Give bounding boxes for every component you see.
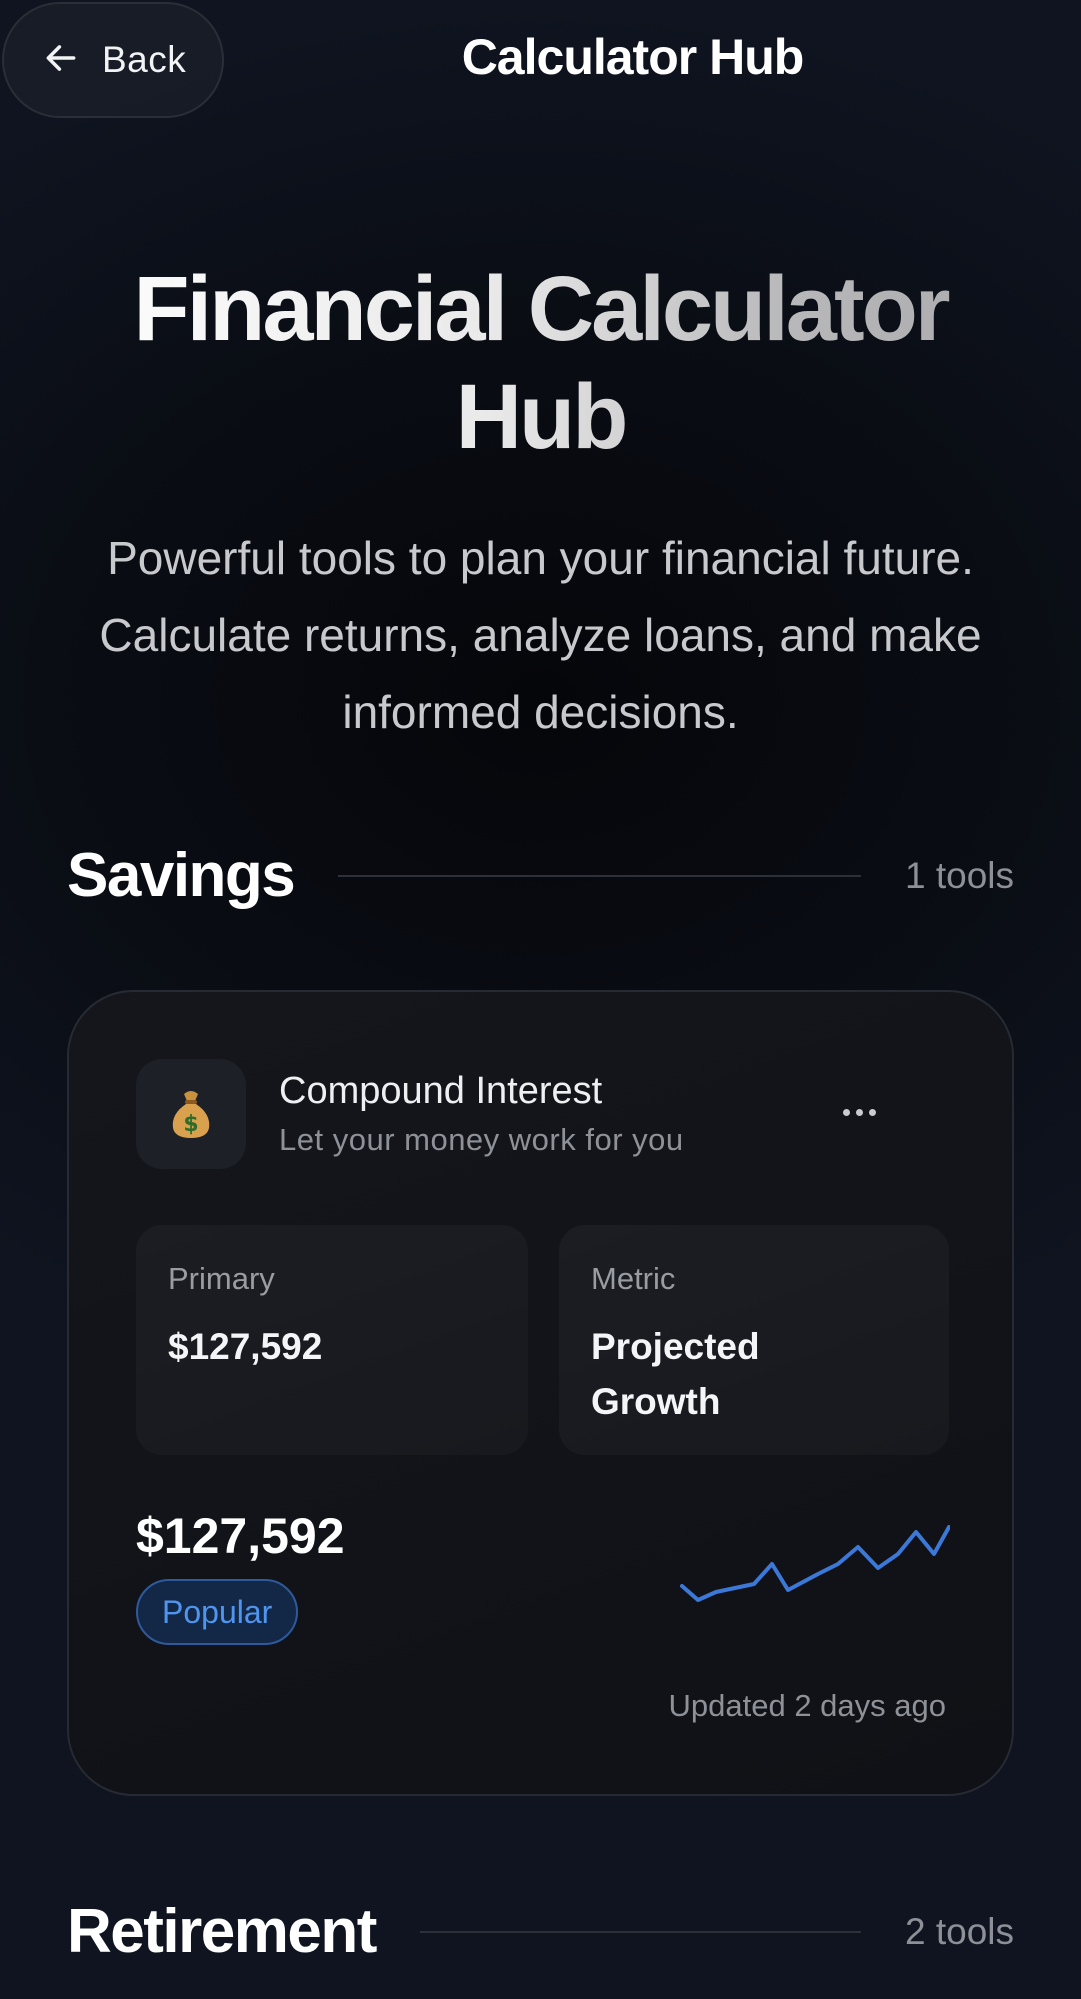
section-divider xyxy=(419,1930,861,1933)
hero-title: Financial Calculator Hub xyxy=(40,255,1041,471)
section-title: Savings xyxy=(67,841,296,910)
stat-value: Projected Growth xyxy=(591,1326,760,1422)
updated-timestamp: Updated 2 days ago xyxy=(668,1688,947,1723)
tool-card-compound-interest[interactable]: $ Compound Interest Let your money work … xyxy=(67,990,1014,1796)
section-divider xyxy=(338,874,861,877)
stat-value: $127,592 xyxy=(168,1326,323,1367)
more-options-icon[interactable] xyxy=(829,1092,889,1132)
section-header-retirement: Retirement 2 tools xyxy=(67,1896,1014,1967)
section-tool-count: 2 tools xyxy=(904,1910,1014,1952)
money-bag-icon: $ xyxy=(136,1059,246,1169)
tool-description: Let your money work for you xyxy=(279,1122,684,1157)
tool-name: Compound Interest xyxy=(279,1070,603,1112)
svg-text:$: $ xyxy=(183,1112,198,1137)
hero-subtitle: Powerful tools to plan your financial fu… xyxy=(99,532,982,738)
stat-label: Primary xyxy=(168,1261,275,1296)
section-header-savings: Savings 1 tools xyxy=(67,840,1014,911)
section-tool-count: 1 tools xyxy=(904,854,1014,896)
section-title: Retirement xyxy=(67,1897,377,1966)
top-bar: Back Calculator Hub xyxy=(0,0,1081,120)
stat-metric: Metric Projected Growth xyxy=(559,1225,949,1455)
stat-label: Metric xyxy=(591,1261,676,1296)
headline-value: $127,592 xyxy=(136,1508,345,1564)
nav-title: Calculator Hub xyxy=(461,29,805,85)
popular-badge: Popular xyxy=(136,1579,299,1645)
stat-primary: Primary $127,592 xyxy=(136,1225,528,1455)
sparkline-chart xyxy=(680,1525,950,1602)
